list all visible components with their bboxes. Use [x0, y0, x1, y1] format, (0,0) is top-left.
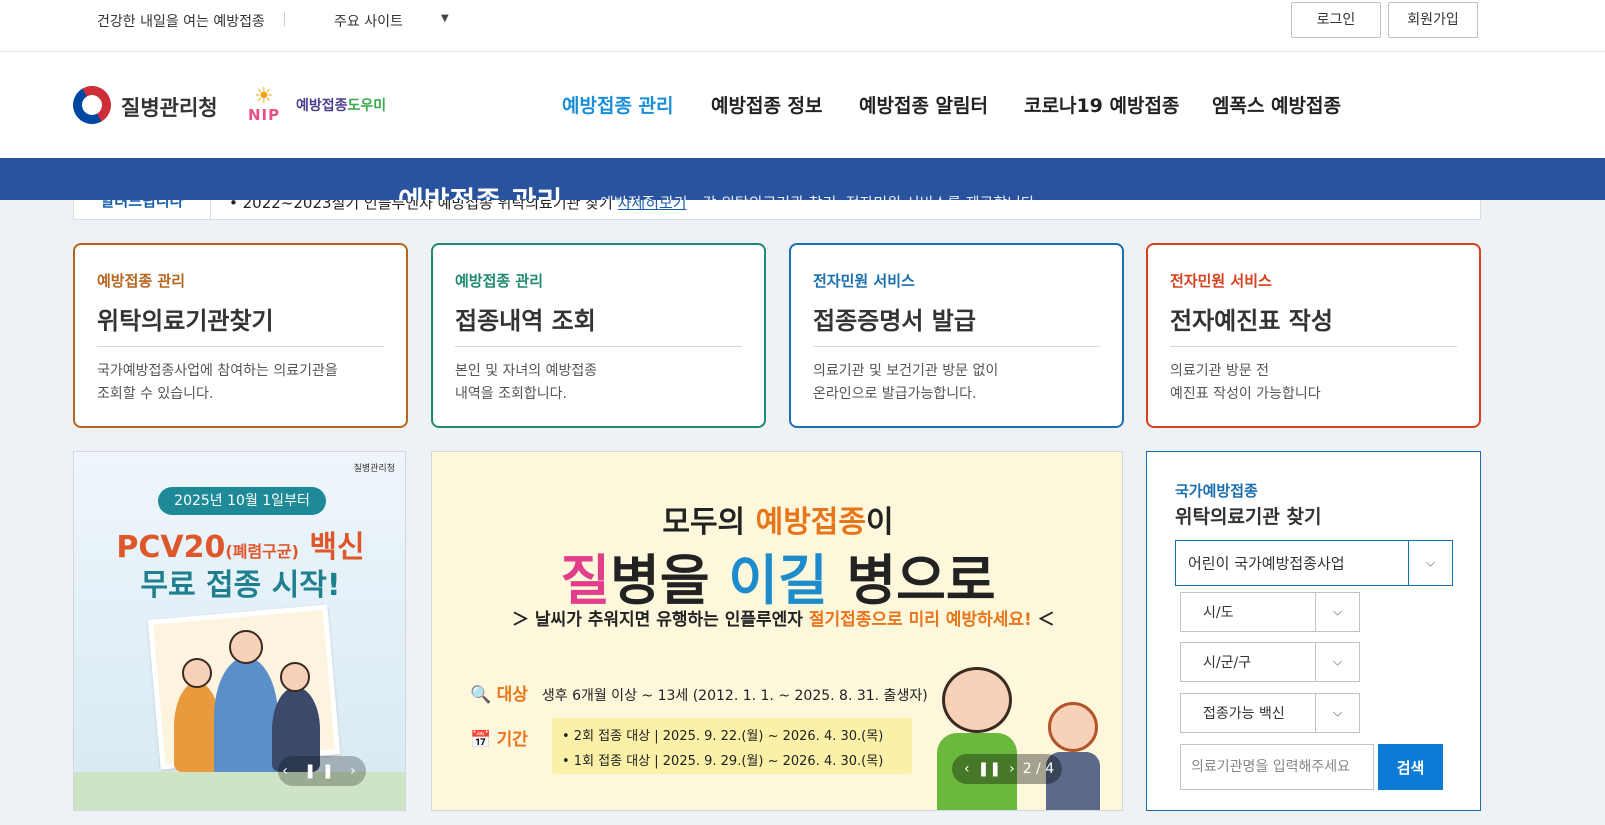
banner-headline-2: 무료 접종 시작!	[140, 568, 341, 603]
login-button[interactable]: 로그인	[1291, 2, 1381, 38]
card-vaccination-history[interactable]: 예방접종 관리 접종내역 조회 본인 및 자녀의 예방접종 내역을 조회합니다.	[431, 243, 766, 428]
banner-top-line: 모두의 예방접종이	[662, 505, 894, 540]
divider	[284, 12, 285, 26]
slide-counter: 2 / 4	[1022, 761, 1055, 777]
face-illustration	[229, 630, 263, 664]
sub-banner-description: 예방접종 관리 - 각 위탁의료기관 찾기, 전자민원 서비스를 제공합니다.	[600, 192, 1040, 200]
prev-icon[interactable]: ‹	[964, 761, 970, 777]
nip-name: 예방접종도우미	[296, 98, 387, 114]
calendar-icon: 📅	[470, 730, 492, 750]
kdca-logo[interactable]: 질병관리청	[66, 79, 223, 131]
nav-vaccination-info[interactable]: 예방접종 정보	[711, 91, 823, 118]
period-line-1: • 2회 접종 대상 | 2025. 9. 22.(월) ~ 2026. 4. …	[562, 729, 884, 744]
utility-bar: 건강한 내일을 여는 예방접종 주요 사이트 ▼ 로그인 회원가입	[0, 0, 1605, 52]
card-e-prescreening[interactable]: 전자민원 서비스 전자예진표 작성 의료기관 방문 전 예진표 작성이 가능합니다	[1146, 243, 1481, 428]
slider-controls[interactable]: ‹ ❚❚ ›	[278, 756, 366, 786]
card-title: 전자예진표 작성	[1170, 307, 1333, 335]
notice-text: • 2022~2023절기 인플루엔자 예방접종 위탁의료기관 찾기 자세히보기	[229, 200, 687, 213]
target-row: 🔍 대상 생후 6개월 이상 ~ 13세 (2012. 1. 1. ~ 2025.…	[470, 685, 928, 705]
next-icon[interactable]: ›	[1009, 761, 1015, 777]
magnifier-icon: 🔍	[470, 685, 492, 705]
boy-illustration	[932, 667, 1022, 810]
nip-badge: NIP	[248, 106, 281, 124]
card-title: 위탁의료기관찾기	[97, 307, 274, 335]
divider	[97, 346, 384, 347]
father-illustration	[214, 657, 278, 777]
influenza-banner[interactable]: 모두의 예방접종이 질병을 이길 병으로 ＞ 날씨가 추워지면 유행하는 인플루…	[431, 451, 1123, 811]
card-description: 국가예방접종사업에 참여하는 의료기관을 조회할 수 있습니다.	[97, 363, 338, 402]
taegeuk-emblem-icon	[66, 79, 118, 131]
site-slogan: 건강한 내일을 여는 예방접종	[97, 14, 265, 30]
card-category: 예방접종 관리	[97, 272, 186, 290]
banner-date-pill: 2025년 10월 1일부터	[158, 487, 326, 515]
notice-more-link[interactable]: 자세히보기	[618, 200, 687, 212]
chevron-down-icon[interactable]: ⌵	[1315, 593, 1359, 631]
nav-covid19-vaccination[interactable]: 코로나19 예방접종	[1024, 91, 1179, 118]
nav-vaccination-notice[interactable]: 예방접종 알림터	[859, 91, 988, 118]
period-row: 📅 기간	[470, 730, 528, 750]
nav-mpox-vaccination[interactable]: 엠폭스 예방접종	[1212, 91, 1341, 118]
card-description: 본인 및 자녀의 예방접종 내역을 조회합니다.	[455, 363, 598, 402]
notice-strip: 알려드립니다 • 2022~2023절기 인플루엔자 예방접종 위탁의료기관 찾…	[73, 200, 1481, 220]
institution-search-panel: 국가예방접종 위탁의료기관 찾기 어린이 국가예방접종사업 ⌵ 시/도 ⌵ 시/…	[1146, 451, 1481, 811]
pcv20-banner[interactable]: 질병관리청 2025년 10월 1일부터 PCV20(폐렴구균) 백신 무료 접…	[73, 451, 406, 811]
card-certificate-issue[interactable]: 전자민원 서비스 접종증명서 발급 의료기관 및 보건기관 방문 없이 온라인으로…	[789, 243, 1124, 428]
banner-org-label: 질병관리청	[353, 464, 395, 474]
sido-select[interactable]: 시/도 ⌵	[1180, 592, 1360, 632]
search-panel-title: 위탁의료기관 찾기	[1175, 506, 1322, 528]
notice-label: 알려드립니다	[74, 200, 211, 219]
period-line-2: • 1회 접종 대상 | 2025. 9. 29.(월) ~ 2026. 4. …	[562, 754, 884, 769]
face-illustration	[280, 662, 310, 692]
slider-controls: ‹ ❚❚ › 2 / 4	[952, 754, 1062, 784]
card-description: 의료기관 및 보건기관 방문 없이 온라인으로 발급가능합니다.	[813, 363, 999, 402]
global-nav: 질병관리청 ☀ NIP 예방접종도우미 예방접종 관리 예방접종 정보 예방접종…	[0, 52, 1605, 158]
institution-name-input[interactable]	[1180, 744, 1374, 790]
pause-icon[interactable]: ❚❚	[978, 761, 1001, 777]
search-button[interactable]: 검색	[1378, 744, 1443, 790]
face-illustration	[182, 658, 212, 688]
banner-big-headline: 질병을 이길 병으로	[560, 549, 996, 612]
divider	[455, 346, 742, 347]
card-description: 의료기관 방문 전 예진표 작성이 가능합니다	[1170, 363, 1321, 402]
divider	[813, 346, 1100, 347]
card-title: 접종증명서 발급	[813, 307, 976, 335]
card-category: 예방접종 관리	[455, 272, 544, 290]
sub-banner-title: 예방접종 관리	[398, 180, 562, 200]
vaccine-select[interactable]: 접종가능 백신 ⌵	[1180, 693, 1360, 733]
sigungu-select[interactable]: 시/군/구 ⌵	[1180, 642, 1360, 682]
sub-title-banner: 예방접종 관리 예방접종 관리 - 각 위탁의료기관 찾기, 전자민원 서비스를…	[0, 158, 1605, 200]
nav-vaccination-management[interactable]: 예방접종 관리	[562, 91, 674, 118]
chevron-down-icon[interactable]: ⌵	[1315, 643, 1359, 681]
chevron-down-icon[interactable]: ⌵	[1408, 541, 1452, 585]
divider	[1170, 346, 1457, 347]
kdca-name: 질병관리청	[121, 96, 218, 120]
card-category: 전자민원 서비스	[1170, 272, 1272, 290]
card-find-institution[interactable]: 예방접종 관리 위탁의료기관찾기 국가예방접종사업에 참여하는 의료기관을 조회할…	[73, 243, 408, 428]
nip-logo[interactable]: ☀ NIP 예방접종도우미	[248, 82, 398, 126]
card-title: 접종내역 조회	[455, 307, 596, 335]
banner-subline: ＞ 날씨가 추워지면 유행하는 인플루엔자 절기접종으로 미리 예방하세요! ＜	[512, 610, 1055, 630]
caret-down-icon[interactable]: ▼	[441, 13, 449, 24]
chevron-down-icon[interactable]: ⌵	[1315, 694, 1359, 732]
period-box: • 2회 접종 대상 | 2025. 9. 22.(월) ~ 2026. 4. …	[552, 718, 912, 774]
search-panel-kicker: 국가예방접종	[1175, 482, 1258, 500]
card-category: 전자민원 서비스	[813, 272, 915, 290]
major-sites-dropdown[interactable]: 주요 사이트	[334, 11, 403, 31]
signup-button[interactable]: 회원가입	[1388, 2, 1478, 38]
program-select[interactable]: 어린이 국가예방접종사업 ⌵	[1175, 540, 1453, 586]
